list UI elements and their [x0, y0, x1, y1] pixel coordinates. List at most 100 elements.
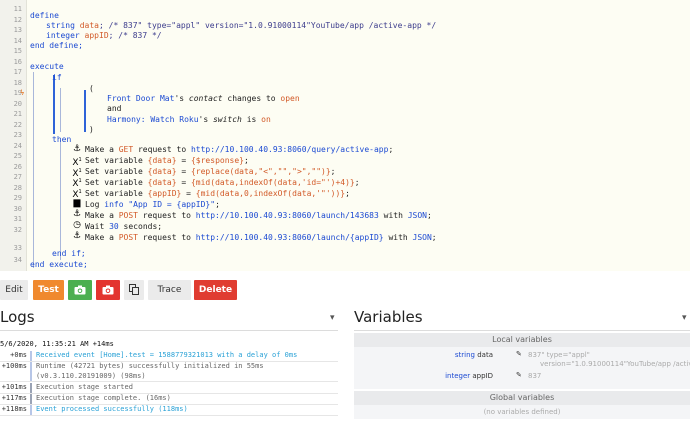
backup-snapshot-button[interactable] — [96, 280, 120, 300]
variables-title: Variables — [354, 308, 423, 326]
keyword: define — [30, 11, 59, 20]
value: on — [261, 115, 271, 124]
log-entry: +0ms Received event [Home].test = 158877… — [0, 351, 338, 362]
code-line-31[interactable]: Wait 30 seconds; — [85, 222, 162, 232]
fold-marker-icon[interactable]: ϟ — [20, 89, 24, 97]
statement-text: Log — [85, 200, 105, 209]
logs-menu-caret-icon[interactable]: ▾ — [330, 313, 335, 323]
variable-value: 837 — [528, 372, 542, 380]
code-line-13[interactable]: integer appID; /* 837 */ — [46, 31, 162, 41]
line-number: 34 — [13, 256, 22, 264]
set-variable-icon: X1 — [72, 178, 82, 189]
keyword: then — [52, 135, 72, 144]
set-variable-icon: X1 — [72, 168, 82, 179]
close-paren: ) — [89, 125, 94, 134]
global-variables-list: (no variables defined) — [354, 405, 690, 419]
code-line-34[interactable]: end execute; — [30, 260, 88, 270]
statement-end: ; — [345, 189, 350, 198]
line-number: 21 — [13, 110, 22, 118]
variable-name: appID — [472, 372, 493, 380]
line-number: 15 — [13, 47, 22, 55]
expression: {replace(data,"<","",">","")} — [190, 167, 331, 176]
expression: {mid(data,indexOf(data,'id="')+4)} — [190, 178, 355, 187]
attribute: contact — [188, 94, 223, 103]
edit-variable-icon[interactable]: ✎ — [516, 371, 522, 379]
snapshot-button[interactable] — [68, 280, 92, 300]
value: open — [280, 94, 300, 103]
code-line-30[interactable]: Make a POST request to http://10.100.40.… — [85, 211, 432, 221]
code-line-32[interactable]: Make a POST request to http://10.100.40.… — [85, 233, 437, 243]
duplicate-button[interactable] — [124, 280, 144, 300]
statement-text: Make a — [85, 211, 119, 220]
code-line-23[interactable]: then — [52, 135, 71, 145]
variable-name: {appID} — [147, 189, 182, 198]
line-number: 29 — [13, 194, 22, 202]
code-line-16[interactable]: execute — [30, 62, 64, 72]
local-variables-header: Local variables — [354, 333, 690, 347]
edit-button[interactable]: Edit — [0, 280, 28, 300]
code-line-14[interactable]: end define; — [30, 41, 83, 51]
code-line-17[interactable]: if — [52, 73, 62, 83]
variable-type: integer — [445, 372, 471, 380]
test-button[interactable]: Test — [33, 280, 64, 300]
open-paren: ( — [89, 84, 94, 93]
edit-variable-icon[interactable]: ✎ — [516, 350, 522, 358]
clock-icon: ◷ — [73, 220, 81, 230]
statement-text: Wait — [85, 222, 110, 231]
code-line-28[interactable]: Set variable {appID} = {mid(data,0,index… — [85, 189, 350, 199]
code-line-21[interactable]: Harmony: Watch Roku's switch is on — [107, 115, 271, 125]
line-number: 20 — [13, 100, 22, 108]
piston-code-editor[interactable]: 11 12 13 14 15 16 17 18 19 20 21 22 23 2… — [0, 0, 690, 271]
code-line-11[interactable]: define — [30, 11, 59, 21]
variable-name: data — [477, 351, 493, 359]
possessive: 's — [174, 94, 189, 103]
code-line-26[interactable]: Set variable {data} = {replace(data,"<",… — [85, 167, 336, 177]
variable-name: {data} — [147, 156, 177, 165]
request-url: http://10.100.40.93:8060/query/active-ap… — [190, 145, 389, 154]
log-message: Execution stage complete. (16ms) — [36, 394, 171, 402]
comment: ; /* 837" type="appl" version="1.0.91000… — [99, 21, 437, 30]
code-line-20[interactable]: and — [107, 104, 121, 114]
variables-menu-caret-icon[interactable]: ▾ — [682, 313, 687, 323]
statement-text: Set variable — [85, 167, 148, 176]
line-number: 30 — [13, 205, 22, 213]
keyword: if — [52, 73, 62, 82]
variable-name: appID — [84, 31, 109, 40]
code-line-25[interactable]: Set variable {data} = {$response}; — [85, 156, 249, 166]
line-number: 25 — [13, 152, 22, 160]
line-number: 16 — [13, 58, 22, 66]
variable-name: data — [79, 21, 99, 30]
code-line-27[interactable]: Set variable {data} = {mid(data,indexOf(… — [85, 178, 360, 188]
log-message: Execution stage started — [36, 383, 133, 391]
logs-divider — [0, 330, 338, 331]
delete-button[interactable]: Delete — [194, 280, 237, 300]
line-number: 32 — [13, 226, 22, 234]
variable-value-continuation: version="1.0.91000114"YouTube/app /activ… — [540, 360, 690, 368]
operator: is — [241, 115, 262, 124]
code-line-33[interactable]: end if; — [52, 249, 86, 259]
log-bar — [30, 362, 32, 381]
statement-end: ; — [215, 200, 220, 209]
statement-text: Set variable — [85, 189, 148, 198]
then-block-guide — [60, 140, 61, 260]
statement-text: Set variable — [85, 156, 148, 165]
statement-text: with — [378, 211, 408, 220]
anchor-icon: ⚓ — [72, 231, 82, 241]
log-message: Received event [Home].test = 15887793210… — [36, 351, 298, 359]
possessive: 's — [198, 115, 213, 124]
statement-text: Set variable — [85, 178, 148, 187]
keyword: end if; — [52, 249, 86, 258]
request-url: http://10.100.40.93:8060/launch/143683 — [195, 211, 379, 220]
trace-button[interactable]: Trace — [148, 280, 191, 300]
code-line-24[interactable]: Make a GET request to http://10.100.40.9… — [85, 145, 393, 155]
line-number: 18 — [13, 79, 22, 87]
statement-text: Make a — [85, 145, 119, 154]
log-time: +100ms — [1, 362, 27, 370]
code-line-19[interactable]: Front Door Mat's contact changes to open — [107, 94, 300, 104]
code-line-29[interactable]: Log info "App ID = {appID}"; — [85, 200, 220, 210]
code-line-22[interactable]: ) — [89, 125, 94, 135]
keyword: end execute; — [30, 260, 88, 269]
code-line-12[interactable]: string data; /* 837" type="appl" version… — [46, 21, 436, 31]
statement-end: ; — [426, 211, 432, 220]
code-line-18[interactable]: ( — [89, 84, 94, 94]
